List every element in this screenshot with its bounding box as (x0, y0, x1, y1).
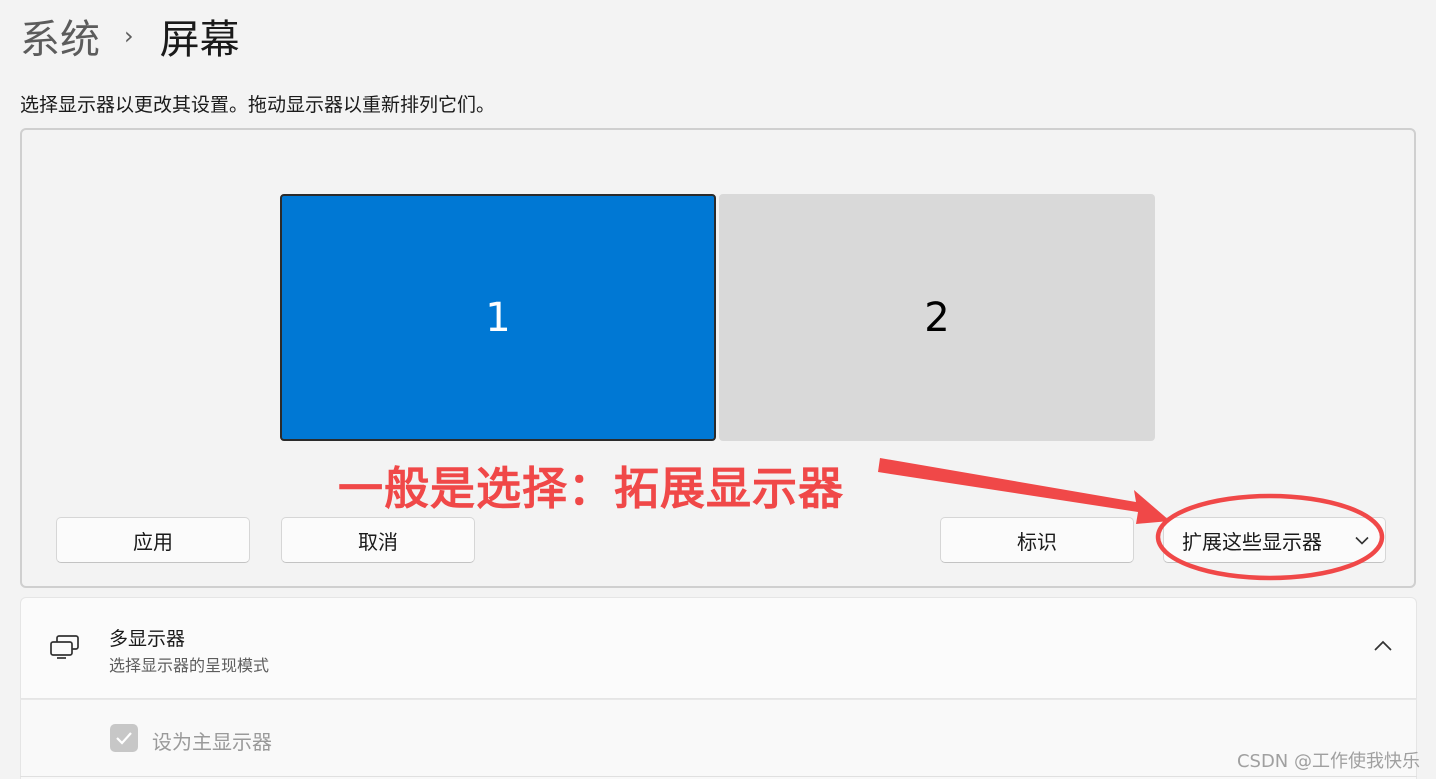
monitor-1-tile[interactable]: 1 (280, 194, 716, 441)
divider (20, 776, 1417, 777)
primary-display-row: 设为主显示器 (20, 699, 1417, 779)
multi-monitor-icon (49, 634, 81, 664)
primary-display-label: 设为主显示器 (152, 730, 272, 754)
watermark: CSDN @工作使我快乐 (1236, 751, 1420, 772)
chevron-up-icon[interactable] (1374, 636, 1392, 655)
breadcrumb-separator-icon: › (124, 22, 134, 50)
monitor-1-label: 1 (485, 294, 511, 341)
multi-display-section[interactable]: 多显示器 选择显示器的呈现模式 (20, 597, 1417, 699)
breadcrumb-system-link[interactable]: 系统 (20, 7, 100, 65)
page-title: 屏幕 (159, 17, 240, 63)
display-mode-value: 扩展这些显示器 (1182, 529, 1322, 554)
annotation-text: 一般是选择：拓展显示器 (338, 462, 845, 515)
display-arrangement-panel: 1 2 应用 取消 标识 扩展这些显示器 (20, 128, 1416, 588)
multi-display-title: 多显示器 (109, 628, 186, 650)
primary-display-checkbox[interactable] (110, 724, 138, 752)
monitor-2-label: 2 (924, 294, 950, 341)
chevron-down-icon (1355, 536, 1369, 545)
monitor-2-tile[interactable]: 2 (719, 194, 1155, 441)
multi-display-subtitle: 选择显示器的呈现模式 (109, 656, 270, 675)
apply-button[interactable]: 应用 (56, 517, 250, 563)
breadcrumb: 系统 › 屏幕 (20, 8, 240, 64)
display-mode-dropdown[interactable]: 扩展这些显示器 (1163, 517, 1386, 563)
identify-button[interactable]: 标识 (940, 517, 1134, 563)
checkmark-icon (116, 732, 132, 745)
arrangement-instruction: 选择显示器以更改其设置。拖动显示器以重新排列它们。 (20, 94, 496, 116)
cancel-button[interactable]: 取消 (281, 517, 475, 563)
